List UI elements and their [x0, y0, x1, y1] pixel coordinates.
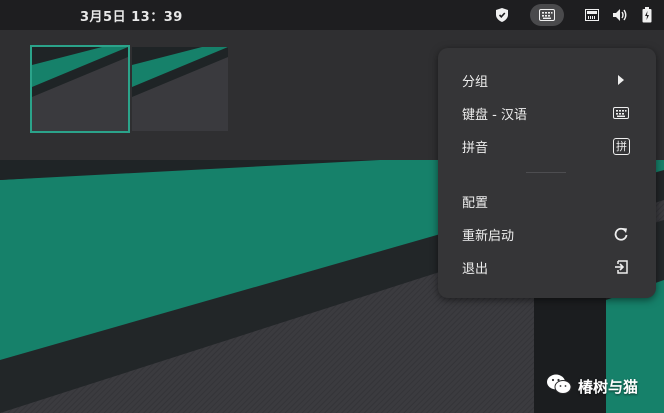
workspace-thumbnail-1[interactable] [30, 45, 130, 133]
menu-item-label: 配置 [462, 195, 489, 211]
workspace-thumbnail-2[interactable] [132, 47, 228, 131]
submenu-arrow-icon [612, 71, 630, 89]
network-icon[interactable] [584, 4, 600, 26]
menu-item-restart[interactable]: 重新启动 [438, 218, 656, 250]
input-method-menu: 分组 键盘 - 汉语 拼音 拼 配置 重新启动 退出 [438, 48, 656, 298]
menu-item-group[interactable]: 分组 [438, 64, 656, 96]
menu-separator [526, 172, 566, 173]
menu-item-label: 拼音 [462, 140, 489, 156]
watermark: 椿树与猫 [546, 373, 638, 399]
menu-item-pinyin[interactable]: 拼音 拼 [438, 130, 656, 162]
clock[interactable]: 3月5日 13：39 [80, 6, 183, 25]
pinyin-icon: 拼 [613, 137, 630, 155]
menu-item-label: 退出 [462, 261, 489, 277]
menu-item-label: 分组 [462, 74, 489, 90]
battery-icon[interactable] [640, 4, 654, 26]
restart-icon [612, 225, 630, 243]
menu-item-config[interactable]: 配置 [438, 185, 656, 217]
pinyin-icon-text: 拼 [616, 140, 627, 153]
keyboard-icon [612, 104, 630, 122]
menu-item-label: 重新启动 [462, 228, 515, 244]
shield-icon[interactable] [494, 4, 510, 26]
keyboard-icon[interactable] [530, 4, 564, 26]
menu-item-label: 键盘 - 汉语 [462, 107, 527, 123]
menu-item-exit[interactable]: 退出 [438, 251, 656, 283]
top-bar: 3月5日 13：39 [0, 0, 664, 30]
volume-icon[interactable] [611, 4, 629, 26]
menu-item-keyboard[interactable]: 键盘 - 汉语 [438, 97, 656, 129]
wechat-icon [546, 373, 572, 399]
watermark-text: 椿树与猫 [578, 377, 639, 396]
exit-icon [612, 258, 630, 276]
